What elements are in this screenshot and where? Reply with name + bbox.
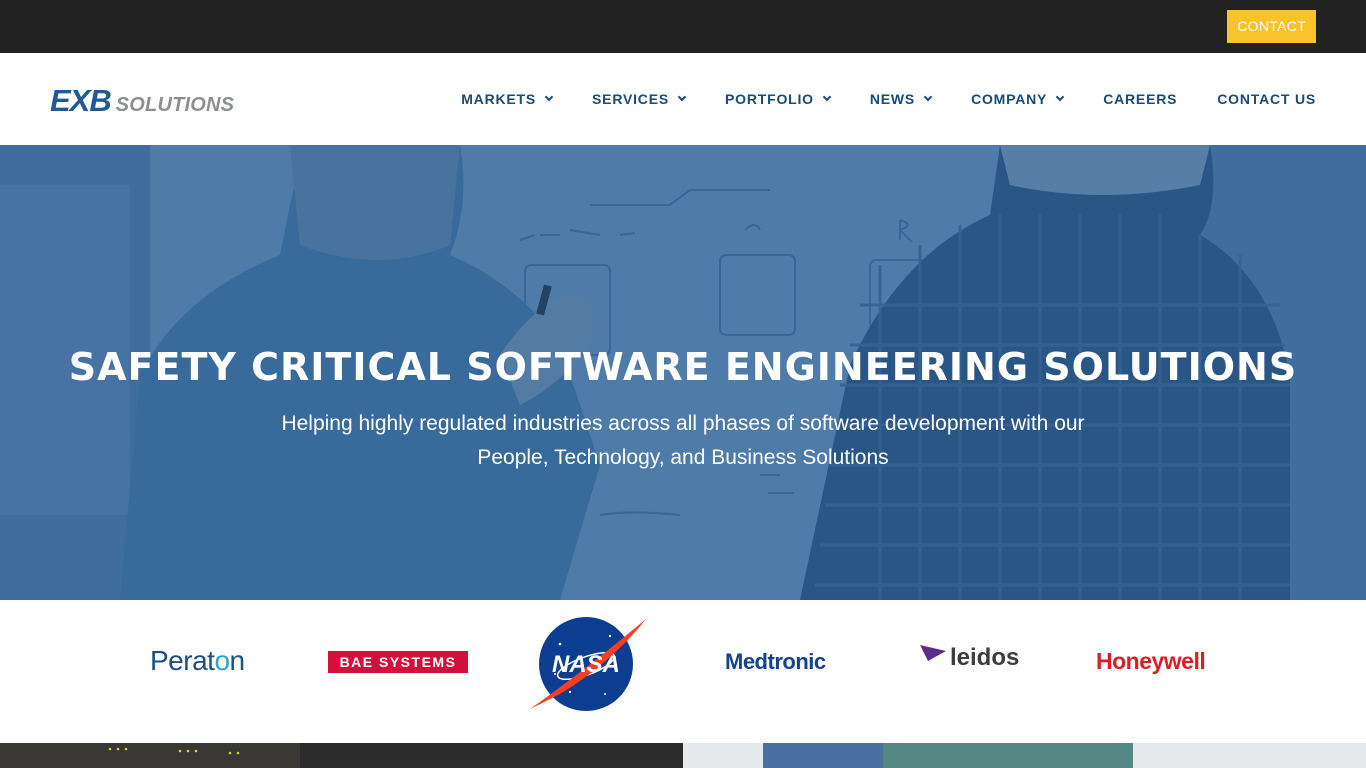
hero-section: SAFETY CRITICAL SOFTWARE ENGINEERING SOL… <box>0 145 1366 600</box>
nav-item-label: CONTACT US <box>1217 91 1316 107</box>
top-bar: CONTACT <box>0 0 1366 53</box>
hero-subtitle: Helping highly regulated industries acro… <box>233 407 1133 475</box>
nav-item-label: PORTFOLIO <box>725 91 814 107</box>
medtronic-logo: Medtronic <box>725 649 826 675</box>
nav-item-label: NEWS <box>869 91 916 107</box>
hero-subtitle-line-2: People, Technology, and Business Solutio… <box>477 446 889 469</box>
hero-subtitle-line-1: Helping highly regulated industries acro… <box>281 412 1085 435</box>
nav-item-company[interactable]: COMPANY <box>971 91 1065 107</box>
peraton-text-c: n <box>229 645 246 676</box>
client-logos: Perat o n BAE SYSTEMS NASA Medtronic leido… <box>0 600 1366 743</box>
leidos-text: leidos <box>950 644 1020 671</box>
server-rack-image <box>0 743 683 768</box>
leidos-mark-icon <box>920 645 946 661</box>
hero-title: SAFETY CRITICAL SOFTWARE ENGINEERING SOL… <box>68 345 1298 389</box>
nasa-meatball-icon: NASA <box>530 617 646 711</box>
nav-item-news[interactable]: NEWS <box>869 91 933 107</box>
nav-item-portfolio[interactable]: PORTFOLIO <box>725 91 832 107</box>
chevron-down-icon <box>822 92 832 102</box>
chevron-down-icon <box>544 92 554 102</box>
nav-item-services[interactable]: SERVICES <box>592 91 687 107</box>
nav-item-label: SERVICES <box>592 91 669 107</box>
peraton-text-b: o <box>214 645 230 676</box>
nav-item-markets[interactable]: MARKETS <box>461 91 554 107</box>
honeywell-logo: Honeywell <box>1096 648 1206 675</box>
site-header: EXB SOLUTIONS MARKETS SERVICES PORTFOLIO… <box>0 53 1366 145</box>
bae-systems-text: BAE SYSTEMS <box>339 654 457 670</box>
main-nav: MARKETS SERVICES PORTFOLIO NEWS COMPANY … <box>461 53 1316 145</box>
feature-image-right <box>683 743 1366 768</box>
nav-item-label: MARKETS <box>461 91 537 107</box>
exb-solutions-logo[interactable]: EXB SOLUTIONS <box>50 83 235 118</box>
chevron-down-icon <box>677 92 687 102</box>
chevron-down-icon <box>923 92 933 102</box>
medtronic-text: Medtronic <box>725 649 826 674</box>
nav-item-label: COMPANY <box>971 91 1048 107</box>
honeywell-text: Honeywell <box>1096 648 1206 674</box>
contact-button[interactable]: CONTACT <box>1227 10 1316 43</box>
nav-item-label: CAREERS <box>1103 91 1178 107</box>
nasa-text: NASA <box>552 651 620 678</box>
leidos-logo: leidos <box>920 644 1019 672</box>
screen-display-image <box>683 743 1366 768</box>
logo-solutions-text: SOLUTIONS <box>115 94 235 116</box>
nasa-logo: NASA <box>530 614 648 714</box>
peraton-text-a: Perat <box>150 645 215 676</box>
nav-item-careers[interactable]: CAREERS <box>1103 91 1177 107</box>
bae-systems-logo: BAE SYSTEMS <box>328 651 468 673</box>
chevron-down-icon <box>1055 92 1065 102</box>
nav-item-contact-us[interactable]: CONTACT US <box>1217 91 1316 107</box>
logo-exb-text: EXB <box>50 83 112 118</box>
peraton-logo: Perat o n <box>150 645 245 677</box>
feature-image-left <box>0 743 683 768</box>
